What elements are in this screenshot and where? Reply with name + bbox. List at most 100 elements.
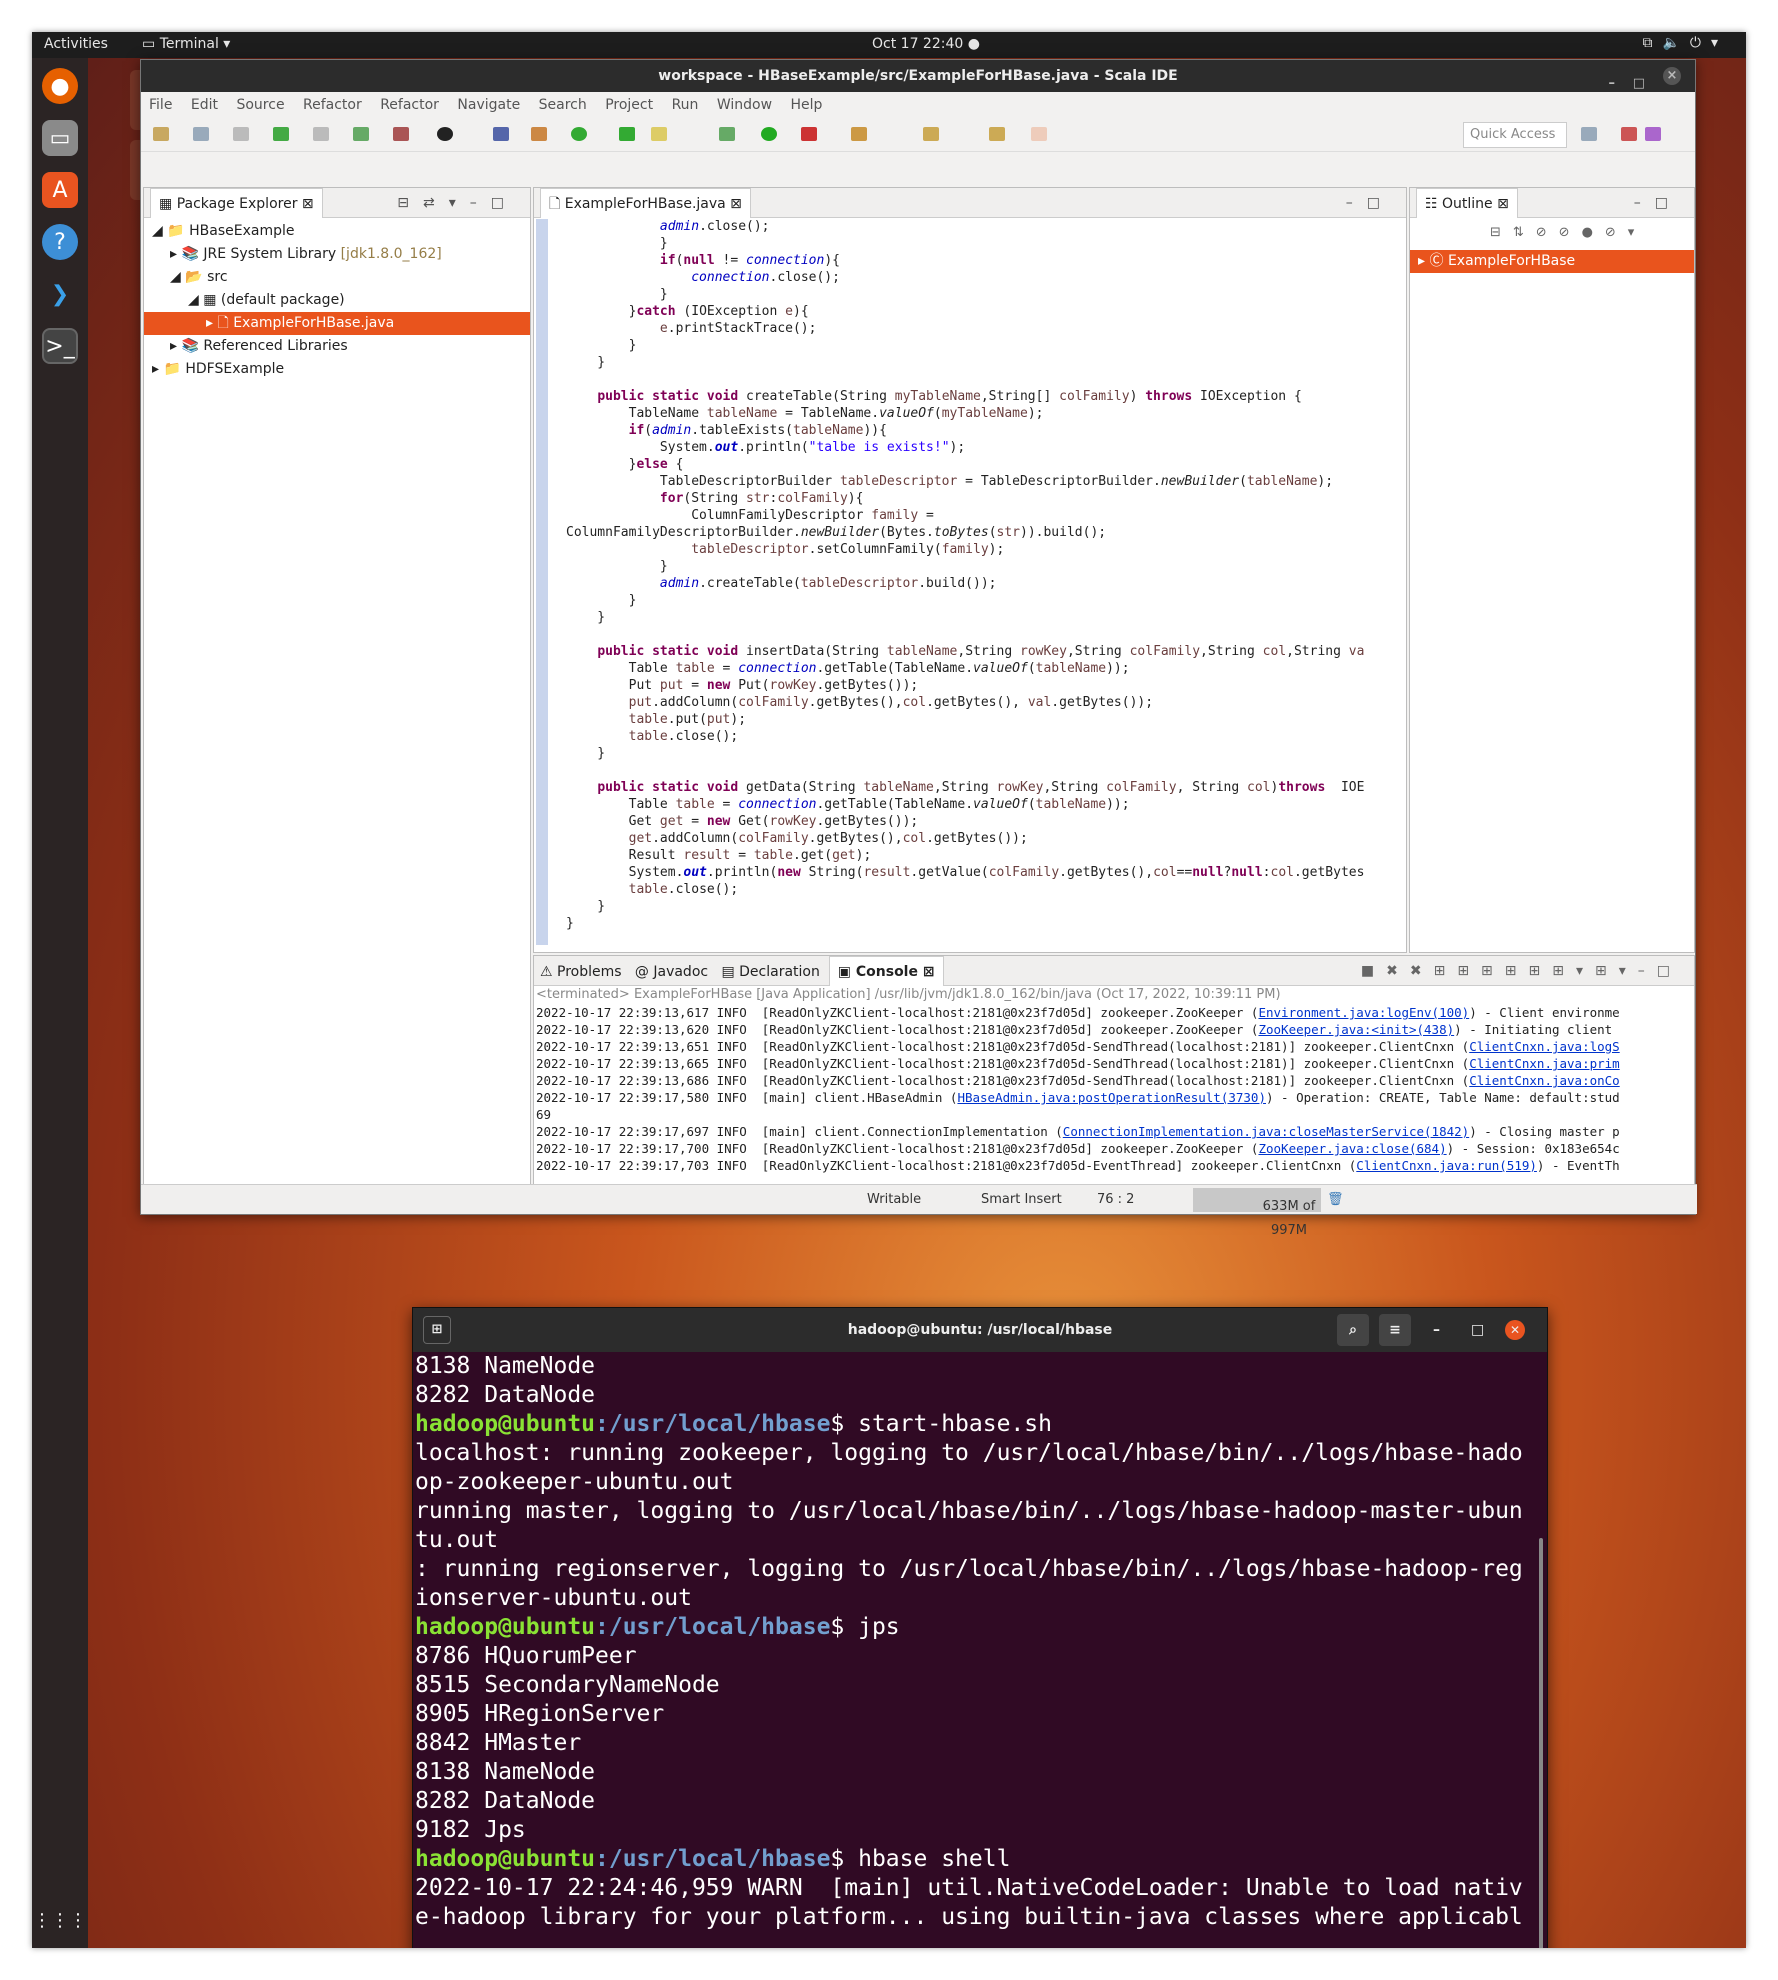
terminal-output[interactable]: 8138 NameNode 8282 DataNode hadoop@ubuntu:… bbox=[413, 1352, 1547, 1932]
tree-item-hbaseexample[interactable]: ◢ 📁 HBaseExample bbox=[144, 220, 530, 243]
pin-icon[interactable] bbox=[493, 127, 509, 141]
tree-item-jre[interactable]: ▸ 📚 JRE System Library [jdk1.8.0_162] bbox=[144, 243, 530, 266]
console-toolbar[interactable]: ■✖✖⊞⊞⊞⊞⊞⊞▾⊞▾–□ bbox=[1361, 956, 1682, 986]
tree-item-referenced-libraries[interactable]: ▸ 📚 Referenced Libraries bbox=[144, 335, 530, 358]
quick-access-input[interactable]: Quick Access bbox=[1463, 122, 1567, 148]
panel-controls[interactable]: ⊟⇄▾–□ bbox=[397, 188, 518, 218]
apps-grid-icon[interactable]: ⋮⋮⋮ bbox=[33, 1902, 87, 1938]
terminal-line: localhost: running zookeeper, logging to… bbox=[415, 1440, 1523, 1466]
new-tab-icon[interactable]: ⊞ bbox=[423, 1316, 451, 1344]
problems-icon: ⚠ bbox=[540, 964, 558, 980]
menu-navigate[interactable]: Navigate bbox=[457, 97, 520, 113]
tab-package-explorer[interactable]: ▦ Package Explorer ⊠ bbox=[150, 188, 323, 218]
close-icon[interactable]: ⊠ bbox=[1493, 196, 1509, 212]
open-type-icon[interactable] bbox=[353, 127, 369, 141]
java-perspective-icon[interactable] bbox=[1621, 127, 1637, 141]
outline-item-class[interactable]: ▸ Ⓒ ExampleForHBase bbox=[1410, 250, 1694, 273]
system-tray[interactable]: ⧉🔈⏻▾ bbox=[1642, 35, 1728, 51]
menu-file[interactable]: File bbox=[149, 97, 172, 113]
tab-console[interactable]: ▣ Console ⊠ bbox=[828, 956, 944, 986]
tree-item-default-package[interactable]: ◢ ▦ (default package) bbox=[144, 289, 530, 312]
menu-search[interactable]: Search bbox=[539, 97, 587, 113]
tab-label: Outline bbox=[1442, 196, 1493, 212]
maximize-button[interactable]: □ bbox=[1633, 68, 1645, 100]
console-panel: ⚠ Problems @ Javadoc ▤ Declaration ▣ Con… bbox=[533, 955, 1695, 1188]
minimize-button[interactable]: – bbox=[1609, 68, 1616, 100]
search-icon[interactable]: ⌕ bbox=[1337, 1314, 1369, 1346]
tab-problems[interactable]: ⚠ Problems bbox=[540, 964, 622, 980]
vscode-icon[interactable]: ❯ bbox=[42, 276, 78, 312]
eclipse-titlebar: workspace - HBaseExample/src/ExampleForH… bbox=[141, 60, 1695, 92]
run-icon[interactable] bbox=[761, 127, 777, 141]
terminal-line: 8905 HRegionServer bbox=[415, 1701, 665, 1727]
clock[interactable]: Oct 17 22:40 ● bbox=[872, 36, 980, 52]
close-icon[interactable]: ⊠ bbox=[726, 196, 742, 212]
terminal-dock-icon[interactable]: >_ bbox=[42, 328, 78, 364]
scrollbar[interactable] bbox=[1539, 1538, 1543, 1948]
tab-outline[interactable]: ☷ Outline ⊠ bbox=[1416, 188, 1518, 218]
scala-perspective-icon[interactable] bbox=[1645, 127, 1661, 141]
close-button[interactable]: ✕ bbox=[1505, 1320, 1525, 1340]
maximize-button[interactable]: □ bbox=[1471, 1308, 1484, 1352]
close-icon[interactable]: ⊠ bbox=[918, 964, 935, 980]
open-task-icon[interactable] bbox=[393, 127, 409, 141]
menu-refactor-2[interactable]: Refactor bbox=[380, 97, 439, 113]
menu-help[interactable]: Help bbox=[791, 97, 823, 113]
refresh-icon[interactable] bbox=[571, 127, 587, 141]
new-icon[interactable] bbox=[153, 127, 169, 141]
menu-icon[interactable]: ≡ bbox=[1379, 1314, 1411, 1346]
forward-icon[interactable] bbox=[1031, 127, 1047, 141]
command: $ start-hbase.sh bbox=[830, 1411, 1052, 1437]
trash-icon[interactable]: 🗑 bbox=[1327, 1192, 1344, 1207]
next-annotation-icon[interactable] bbox=[923, 127, 939, 141]
panel-controls[interactable]: –□ bbox=[1346, 188, 1394, 218]
tab-javadoc[interactable]: @ Javadoc bbox=[635, 964, 708, 980]
tree-item-examplefor-hbase[interactable]: ▸ 🗋 ExampleForHBase.java bbox=[144, 312, 530, 335]
package-icon[interactable] bbox=[531, 127, 547, 141]
project-icon: 📁 bbox=[163, 361, 186, 377]
activities-button[interactable]: Activities bbox=[44, 36, 108, 52]
print-icon[interactable] bbox=[233, 127, 249, 141]
app-menu[interactable]: ▭ Terminal ▾ bbox=[142, 36, 230, 52]
menu-project[interactable]: Project bbox=[605, 97, 653, 113]
minimize-button[interactable]: – bbox=[1433, 1308, 1440, 1352]
tab-declaration[interactable]: ▤ Declaration bbox=[721, 964, 819, 980]
close-button[interactable]: × bbox=[1663, 67, 1681, 85]
software-icon[interactable]: A bbox=[42, 172, 78, 208]
open-folder-icon[interactable] bbox=[851, 127, 867, 141]
tab-examplefor-hbase[interactable]: 🗋 ExampleForHBase.java ⊠ bbox=[540, 188, 751, 218]
tree-decoration: [jdk1.8.0_162] bbox=[340, 246, 442, 262]
close-icon[interactable]: ⊠ bbox=[297, 196, 314, 212]
code-editor[interactable]: admin.close(); } if(null != connection){… bbox=[534, 218, 1406, 932]
files-icon[interactable]: ▭ bbox=[42, 120, 78, 156]
console-output[interactable]: 2022-10-17 22:39:13,617 INFO [ReadOnlyZK… bbox=[534, 1004, 1694, 1174]
package-explorer-tabbar: ▦ Package Explorer ⊠ ⊟⇄▾–□ bbox=[144, 188, 530, 218]
menu-edit[interactable]: Edit bbox=[191, 97, 218, 113]
tree-item-hdfsexample[interactable]: ▸ 📁 HDFSExample bbox=[144, 358, 530, 381]
prompt-path: :/usr/local/hbase bbox=[595, 1411, 831, 1437]
save-icon[interactable] bbox=[193, 127, 209, 141]
bug-icon[interactable] bbox=[719, 127, 735, 141]
outline-tabbar: ☷ Outline ⊠ –□ bbox=[1410, 188, 1694, 218]
external-tools-icon[interactable] bbox=[801, 127, 817, 141]
mark-icon[interactable] bbox=[619, 127, 635, 141]
help-icon[interactable]: ? bbox=[42, 224, 78, 260]
editor-tabbar: 🗋 ExampleForHBase.java ⊠ –□ bbox=[534, 188, 1406, 218]
toggle-icon[interactable] bbox=[273, 127, 289, 141]
open-perspective-icon[interactable] bbox=[1581, 127, 1597, 141]
heap-status[interactable]: 633M of 997M bbox=[1193, 1188, 1321, 1238]
panel-controls[interactable]: –□ bbox=[1634, 188, 1682, 218]
firefox-icon[interactable]: ● bbox=[42, 68, 78, 104]
outline-toolbar[interactable]: ⊟⇅⊘⊘●⊘▾ bbox=[1410, 218, 1694, 248]
highlight-icon[interactable] bbox=[651, 127, 667, 141]
terminal-line: op-zookeeper-ubuntu.out bbox=[415, 1469, 734, 1495]
debug-icon[interactable] bbox=[437, 127, 453, 141]
menu-source[interactable]: Source bbox=[236, 97, 284, 113]
bottom-tabbar: ⚠ Problems @ Javadoc ▤ Declaration ▣ Con… bbox=[534, 956, 1694, 986]
back-icon[interactable] bbox=[989, 127, 1005, 141]
menu-refactor[interactable]: Refactor bbox=[303, 97, 362, 113]
task-icon[interactable] bbox=[313, 127, 329, 141]
menu-window[interactable]: Window bbox=[717, 97, 772, 113]
menu-run[interactable]: Run bbox=[672, 97, 699, 113]
tree-item-src[interactable]: ◢ 📂 src bbox=[144, 266, 530, 289]
